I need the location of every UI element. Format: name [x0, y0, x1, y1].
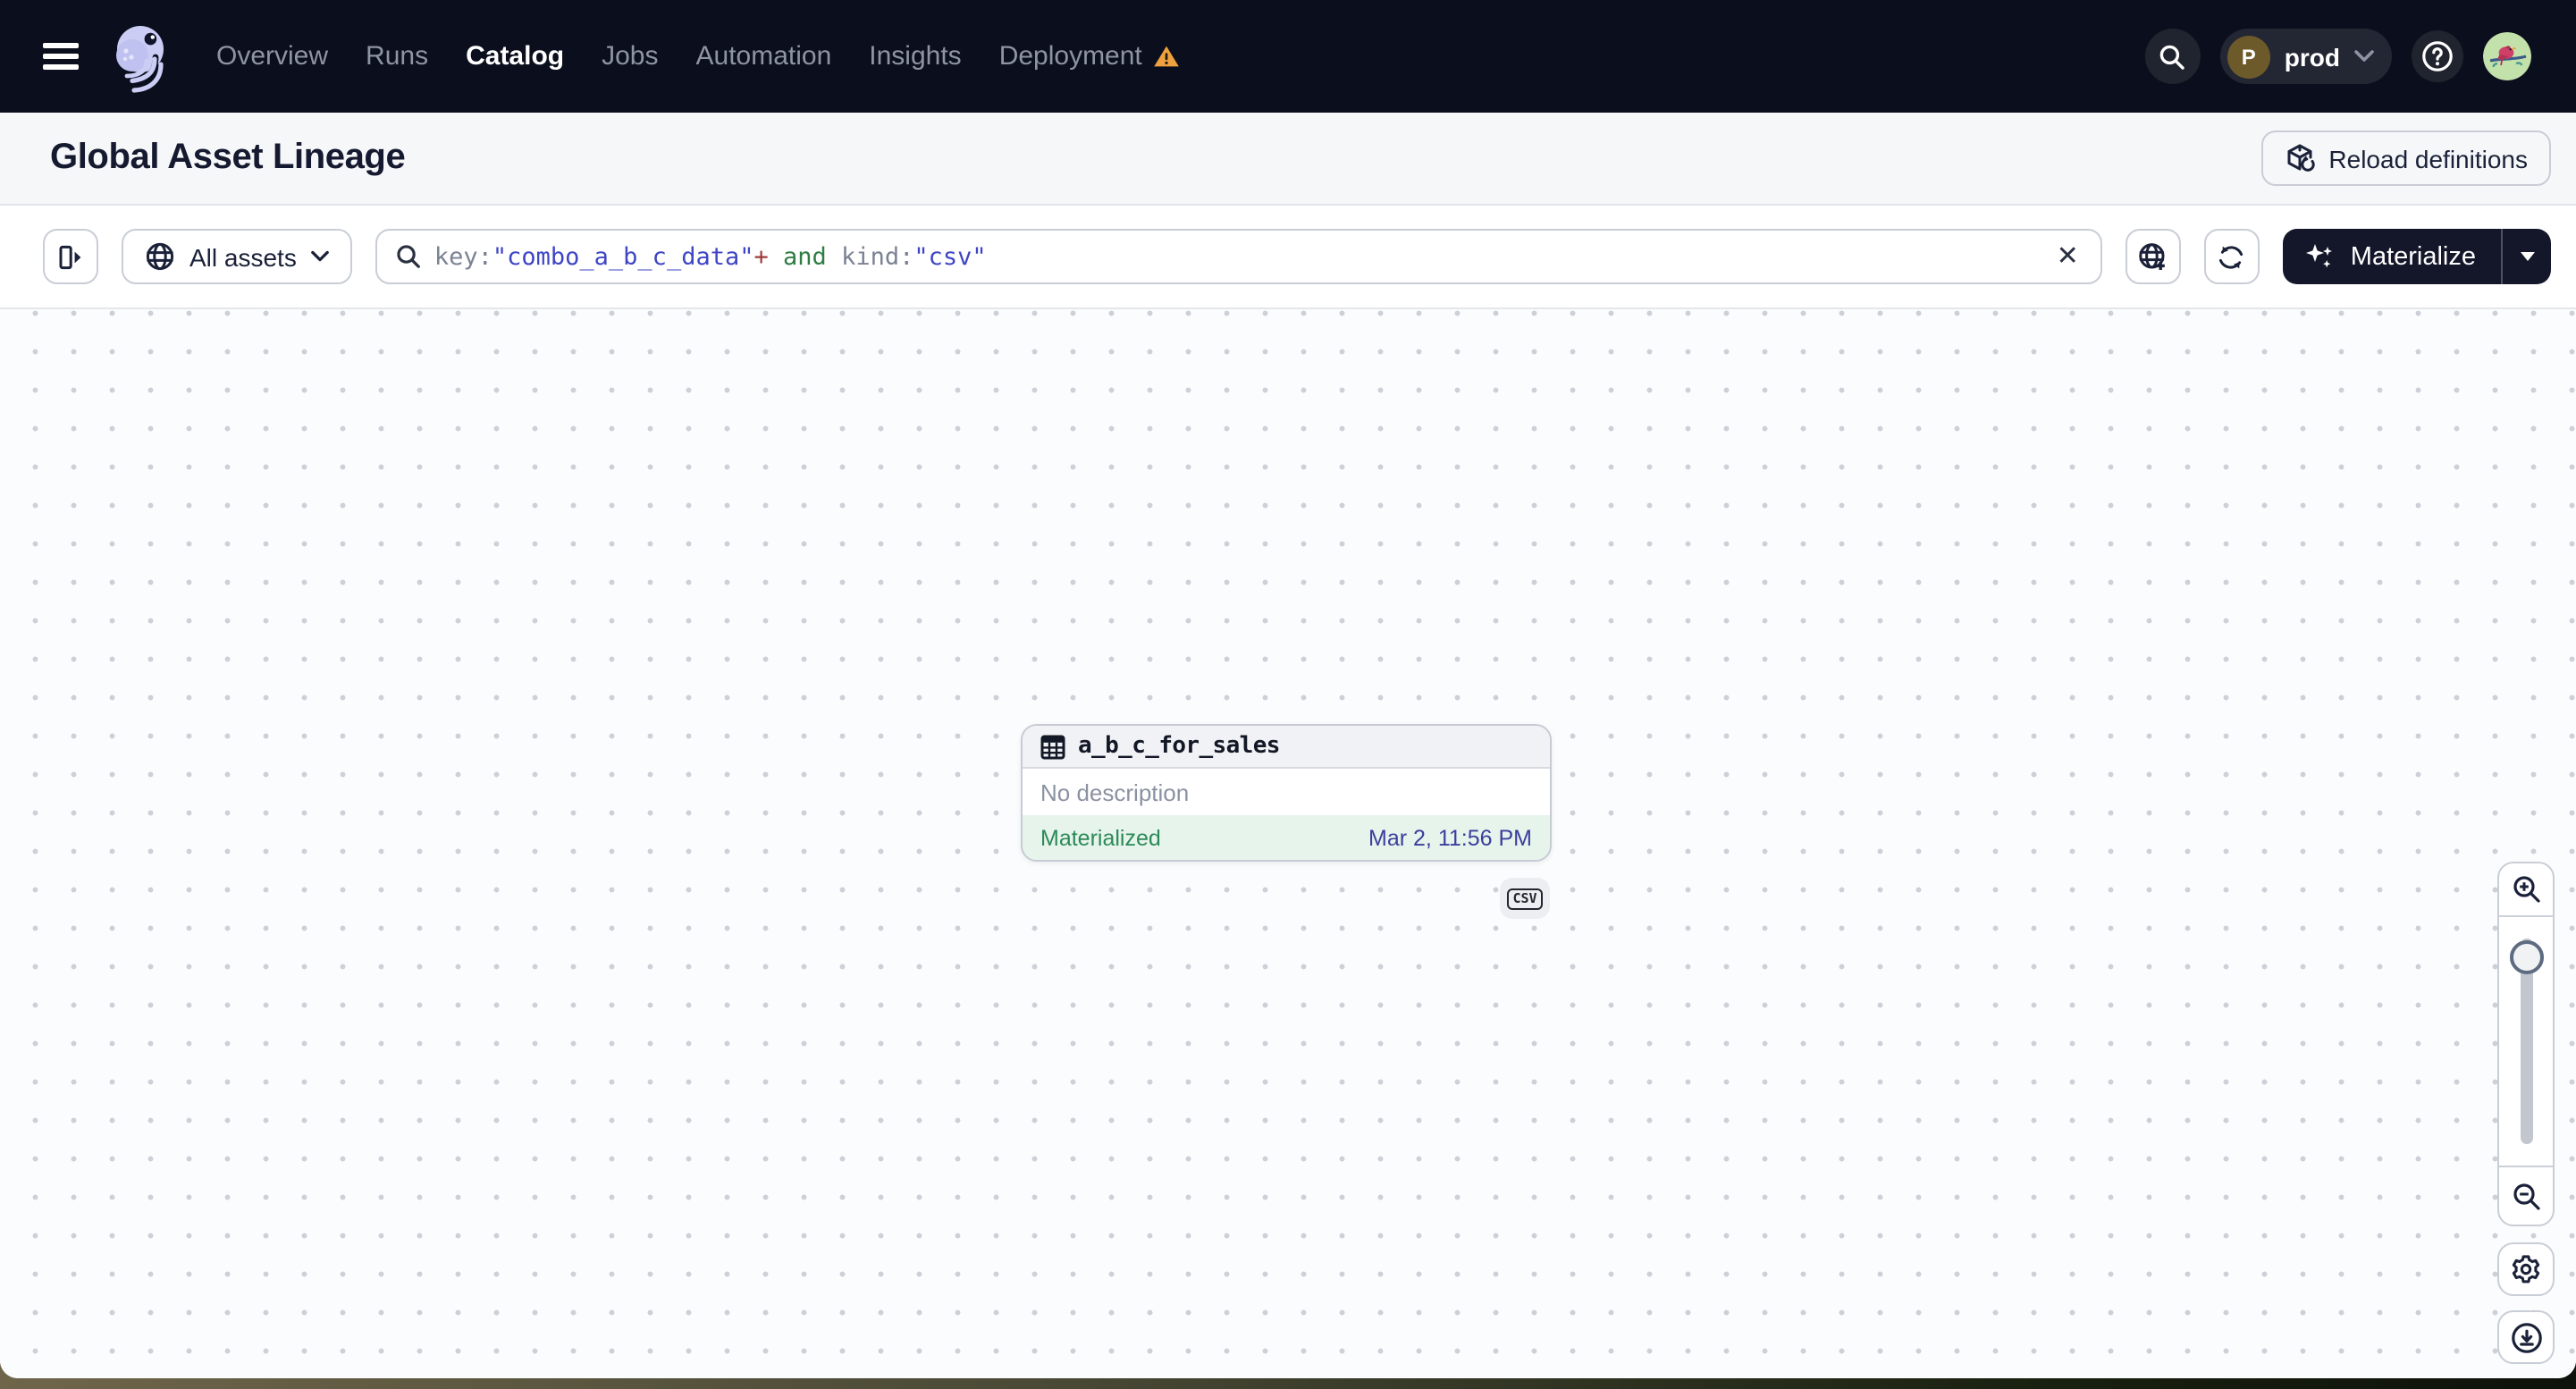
asset-status-row: Materialized Mar 2, 11:56 PM — [1023, 815, 1550, 860]
panel-expand-icon — [59, 244, 81, 269]
zoom-slider-handle[interactable] — [2509, 940, 2543, 974]
deployment-name: prod — [2284, 42, 2340, 71]
lineage-toolbar: All assets key:"combo_a_b_c_data"+ and k… — [0, 206, 2576, 307]
nav-item-insights[interactable]: Insights — [869, 41, 961, 72]
query-token-field: kind: — [841, 242, 914, 271]
zoom-out-icon — [2513, 1183, 2539, 1209]
expand-scope-button[interactable] — [2125, 229, 2181, 284]
globe-plus-icon — [2140, 242, 2166, 269]
refresh-icon — [2219, 245, 2243, 268]
chevron-down-icon — [311, 250, 329, 262]
lineage-canvas[interactable]: a_b_c_for_sales No description Materiali… — [0, 307, 2576, 1378]
sparkle-icon — [2305, 244, 2332, 268]
materialize-options-button[interactable] — [2501, 229, 2551, 284]
asset-status-badge: Materialized — [1040, 825, 1161, 850]
nav-item-label: Deployment — [998, 41, 1142, 72]
app-window: Overview Runs Catalog Jobs Automation Insight… — [0, 0, 2576, 1378]
screen: Overview Runs Catalog Jobs Automation Insight… — [0, 0, 2576, 1389]
chevron-down-icon — [2354, 50, 2374, 62]
query-token-string: "combo_a_b_c_data" — [492, 242, 754, 271]
caret-down-icon — [2520, 252, 2534, 261]
asset-description: No description — [1023, 769, 1550, 815]
search-icon — [2160, 44, 2185, 69]
question-icon — [2422, 41, 2453, 72]
zoom-slider-area — [2499, 917, 2553, 1166]
nav-item-jobs[interactable]: Jobs — [602, 41, 658, 72]
nav-item-label: Runs — [366, 41, 429, 72]
asset-scope-filter[interactable]: All assets — [122, 229, 352, 284]
nav-item-label: Overview — [216, 41, 329, 72]
search-button[interactable] — [2144, 29, 2201, 84]
deployment-switcher[interactable]: P prod — [2219, 29, 2392, 84]
query-token-field: key: — [434, 242, 492, 271]
asset-node-header: a_b_c_for_sales — [1023, 726, 1550, 769]
dagster-logo[interactable] — [107, 21, 173, 92]
query-token-operator: + — [753, 242, 769, 271]
nav-links: Overview Runs Catalog Jobs Automation Insight… — [216, 41, 1180, 72]
download-graph-button[interactable] — [2497, 1310, 2555, 1364]
gear-icon — [2512, 1255, 2540, 1284]
materialize-split-button: Materialize — [2282, 229, 2551, 284]
page-header: Global Asset Lineage Reload definitions — [0, 113, 2576, 206]
zoom-controls — [2497, 862, 2555, 1226]
refresh-button[interactable] — [2203, 229, 2260, 284]
menu-icon[interactable] — [43, 43, 79, 70]
query-token-keyword: and — [768, 242, 842, 271]
nav-item-runs[interactable]: Runs — [366, 41, 428, 72]
graph-settings-button[interactable] — [2497, 1242, 2555, 1296]
page-title: Global Asset Lineage — [50, 138, 406, 177]
reload-definitions-icon — [2286, 144, 2315, 172]
asset-search-input[interactable]: key:"combo_a_b_c_data"+ and kind:"csv" ✕ — [375, 229, 2102, 284]
user-avatar[interactable] — [2483, 32, 2531, 80]
materialize-button[interactable]: Materialize — [2282, 229, 2501, 284]
nav-item-label: Insights — [869, 41, 962, 72]
zoom-in-button[interactable] — [2499, 863, 2553, 917]
asset-node[interactable]: a_b_c_for_sales No description Materiali… — [1021, 724, 1552, 862]
asset-name: a_b_c_for_sales — [1078, 733, 1280, 760]
help-button[interactable] — [2412, 30, 2463, 82]
nav-item-deployment[interactable]: Deployment — [999, 41, 1180, 72]
clear-search-icon[interactable]: ✕ — [2053, 240, 2083, 274]
download-icon — [2511, 1322, 2541, 1352]
nav-item-label: Automation — [695, 41, 832, 72]
nav-item-automation[interactable]: Automation — [696, 41, 832, 72]
query-token-string: "csv" — [913, 242, 987, 271]
nav-item-overview[interactable]: Overview — [216, 41, 328, 72]
top-nav: Overview Runs Catalog Jobs Automation Insight… — [0, 0, 2576, 113]
reload-definitions-label: Reload definitions — [2328, 144, 2528, 173]
zoom-in-icon — [2513, 876, 2539, 903]
materialize-label: Materialize — [2350, 242, 2476, 271]
asset-scope-label: All assets — [189, 242, 297, 271]
nav-right: P prod — [2144, 29, 2531, 84]
zoom-out-button[interactable] — [2499, 1166, 2553, 1225]
search-icon — [397, 245, 420, 268]
nav-item-label: Catalog — [466, 41, 565, 72]
reload-definitions-button[interactable]: Reload definitions — [2260, 130, 2551, 186]
nav-item-catalog[interactable]: Catalog — [466, 41, 564, 72]
deployment-initial-badge: P — [2227, 35, 2270, 78]
table-icon — [1040, 734, 1065, 759]
asset-kind-tag[interactable]: CSV — [1500, 878, 1550, 919]
asset-materialized-timestamp[interactable]: Mar 2, 11:56 PM — [1368, 825, 1532, 850]
csv-kind-icon: CSV — [1507, 888, 1543, 909]
avatar-bird-image — [2483, 32, 2531, 80]
globe-icon — [146, 242, 174, 271]
warning-icon — [1153, 46, 1179, 67]
search-query-text: key:"combo_a_b_c_data"+ and kind:"csv" — [434, 242, 2041, 271]
open-sidebar-button[interactable] — [43, 229, 98, 284]
nav-item-label: Jobs — [602, 41, 659, 72]
